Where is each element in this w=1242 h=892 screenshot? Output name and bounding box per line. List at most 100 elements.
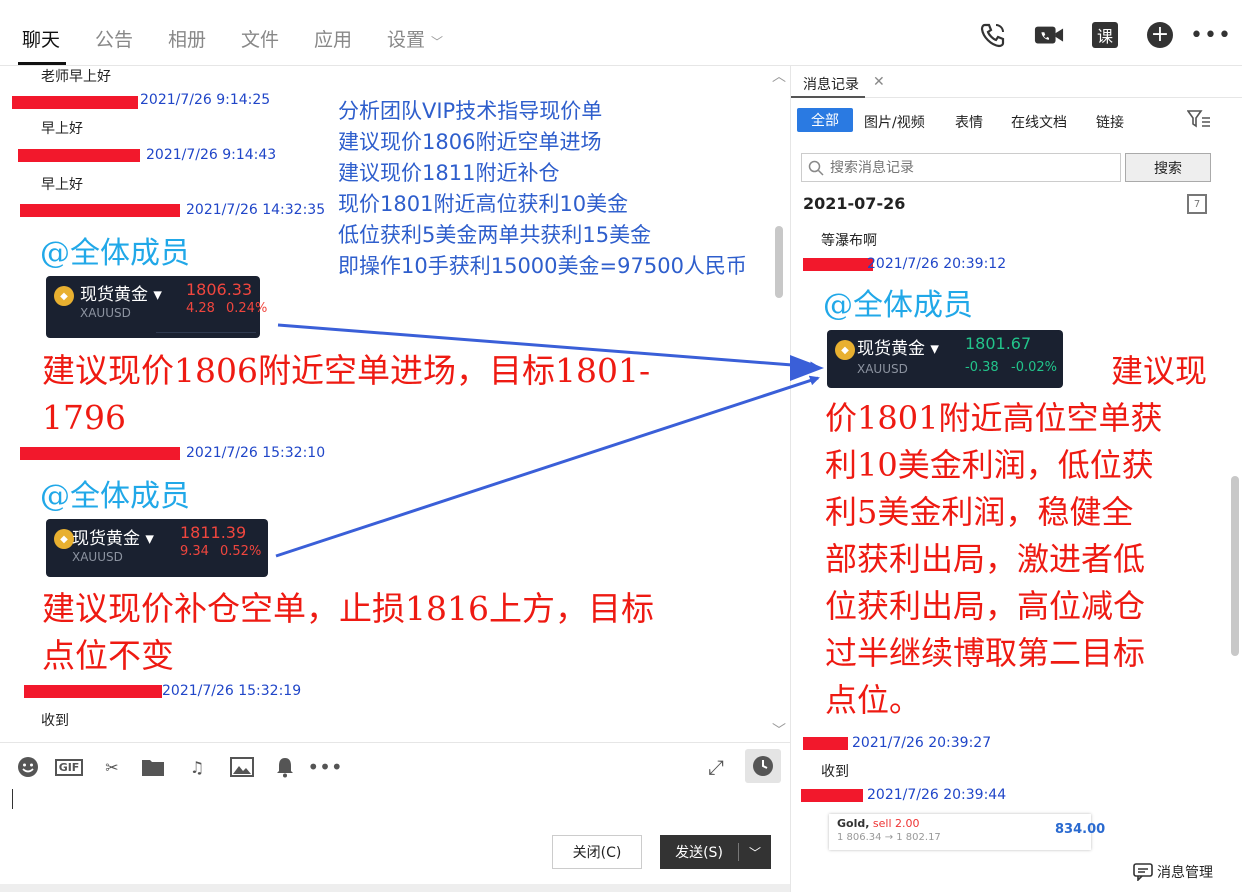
add-circle-icon[interactable]: + xyxy=(1145,20,1175,50)
clock-icon[interactable] xyxy=(745,749,781,783)
gold-quote-card[interactable]: ◆ 现货黄金 ▾ XAUUSD 1811.39 9.34 0.52% xyxy=(46,519,268,577)
quote-change: -0.38 xyxy=(965,360,999,375)
mention-all: @全体成员 xyxy=(40,236,190,271)
chevron-down-icon[interactable]: ﹀ xyxy=(739,844,771,861)
collapse-up-icon[interactable]: ︿ xyxy=(772,66,786,86)
annotation-red: 过半继续博取第二目标 xyxy=(825,634,1146,672)
quote-price: 1806.33 xyxy=(186,280,253,299)
tab-files[interactable]: 文件 xyxy=(241,25,279,52)
bell-icon[interactable] xyxy=(273,755,297,779)
gold-quote-card[interactable]: ◆ 现货黄金 ▾ XAUUSD 1806.33 4.28 0.24% xyxy=(46,276,267,338)
text-cursor xyxy=(12,789,13,809)
quote-symbol: XAUUSD xyxy=(857,362,908,376)
annotation-red: 利10美金利润，低位获 xyxy=(825,446,1154,484)
tab-apps[interactable]: 应用 xyxy=(314,25,352,52)
close-icon[interactable]: ✕ xyxy=(873,74,885,90)
message-header: 2021/7/26 20:39:44 xyxy=(867,787,1007,803)
annotation-red-2a: 建议现价补仓空单，止损1816上方，目标 xyxy=(42,589,654,628)
filter-media[interactable]: 图片/视频 xyxy=(864,112,925,132)
gold-quote-card[interactable]: ◆ 现货黄金 ▾ XAUUSD 1801.67 -0.38 -0.02% xyxy=(827,330,1063,388)
search-button[interactable]: 搜索 xyxy=(1125,153,1211,182)
filter-docs[interactable]: 在线文档 xyxy=(1011,112,1067,132)
redacted-name xyxy=(24,685,162,698)
message-header: 2021/7/26 14:32:35 xyxy=(186,202,326,218)
quote-change-pct: -0.02% xyxy=(1011,360,1057,375)
history-scrollbar[interactable] xyxy=(1231,476,1239,656)
trade-card[interactable]: Gold, sell 2.00 1 806.34 → 1 802.17 834.… xyxy=(829,814,1105,850)
annotation-red: 部获利出局，激进者低 xyxy=(825,540,1146,578)
chevron-down-icon: ﹀ xyxy=(431,35,444,49)
chat-bubble-icon xyxy=(1133,863,1153,881)
redacted-name xyxy=(18,149,140,162)
chat-message-area[interactable]: ︿ 老师早上好 2021/7/26 9:14:25 早上好 2021/7/26 … xyxy=(0,66,790,742)
mention-all: @全体成员 xyxy=(823,288,973,323)
message-manager-button[interactable]: 消息管理 xyxy=(1133,862,1213,882)
annotation-red: 价1801附近高位空单获 xyxy=(825,399,1163,437)
search-text-field[interactable] xyxy=(830,159,1110,176)
message-input-area[interactable]: GIF ✂ ♫ ••• ⤢ 关闭(C) 发送(S) ﹀ xyxy=(0,742,790,892)
annotation-red-1b: 1796 xyxy=(42,398,126,437)
calendar-icon[interactable]: 7 xyxy=(1187,194,1207,214)
quote-change: 4.28 xyxy=(186,301,215,316)
lesson-icon[interactable]: 课 xyxy=(1090,20,1120,50)
video-call-icon[interactable] xyxy=(1034,20,1064,50)
divider xyxy=(156,332,256,333)
quote-change-pct: 0.24% xyxy=(226,301,268,316)
summary-line: 低位获利5美金两单共获利15美金 xyxy=(338,223,652,247)
tab-chat[interactable]: 聊天 xyxy=(22,25,60,52)
tab-message-history[interactable]: 消息记录 xyxy=(803,74,859,94)
filter-emoji[interactable]: 表情 xyxy=(955,112,983,132)
summary-line: 建议现价1811附近补仓 xyxy=(338,161,560,185)
chat-message: 收到 xyxy=(41,713,69,729)
phone-call-icon[interactable] xyxy=(978,20,1008,50)
message-header: 2021/7/26 15:32:10 xyxy=(186,445,326,461)
more-icon[interactable]: ••• xyxy=(307,755,342,779)
active-tab-indicator xyxy=(791,96,865,98)
gif-icon[interactable]: GIF xyxy=(54,755,84,779)
filter-links[interactable]: 链接 xyxy=(1096,112,1124,132)
quote-name: 现货黄金 ▾ xyxy=(72,529,154,549)
music-icon[interactable]: ♫ xyxy=(185,755,209,779)
folder-icon[interactable] xyxy=(141,755,165,779)
quote-change-pct: 0.52% xyxy=(220,544,262,559)
message-header: 2021/7/26 15:32:19 xyxy=(162,683,302,699)
summary-line: 即操作10手获利15000美金=97500人民币 xyxy=(338,254,747,278)
filter-icon[interactable] xyxy=(1186,110,1211,132)
redacted-name xyxy=(803,737,848,750)
quote-price: 1801.67 xyxy=(965,334,1032,353)
annotation-red-2b: 点位不变 xyxy=(42,636,174,675)
search-input[interactable] xyxy=(801,153,1121,182)
tab-album[interactable]: 相册 xyxy=(168,25,206,52)
annotation-red-1a: 建议现价1806附近空单进场，目标1801- xyxy=(42,351,651,390)
search-icon xyxy=(808,160,824,176)
quote-change: 9.34 xyxy=(180,544,209,559)
history-message: 收到 xyxy=(821,764,849,780)
send-button[interactable]: 发送(S) ﹀ xyxy=(660,835,771,869)
close-button[interactable]: 关闭(C) xyxy=(552,835,642,869)
more-icon[interactable]: ••• xyxy=(1190,20,1231,50)
filter-all[interactable]: 全部 xyxy=(797,108,853,132)
message-header: 2021/7/26 20:39:27 xyxy=(852,735,992,751)
redacted-name xyxy=(801,789,863,802)
send-button-label: 发送(S) xyxy=(675,845,723,861)
annotation-red: 利5美金利润，稳健全 xyxy=(825,493,1134,531)
scissors-icon[interactable]: ✂ xyxy=(100,755,124,779)
gold-coin-icon: ◆ xyxy=(54,529,74,549)
collapse-down-icon[interactable]: ﹀ xyxy=(772,720,786,740)
expand-icon[interactable]: ⤢ xyxy=(704,755,728,779)
summary-line: 建议现价1806附近空单进场 xyxy=(338,130,602,154)
image-icon[interactable] xyxy=(230,755,254,779)
quote-name: 现货黄金 ▾ xyxy=(857,339,939,359)
date-heading: 2021-07-26 xyxy=(803,194,906,213)
message-header: 2021/7/26 20:39:12 xyxy=(867,256,1007,272)
quote-name: 现货黄金 ▾ xyxy=(80,285,162,305)
tab-settings[interactable]: 设置 ﹀ xyxy=(387,25,443,52)
emoji-icon[interactable] xyxy=(16,755,40,779)
chat-message: 早上好 xyxy=(41,121,83,137)
gold-coin-icon: ◆ xyxy=(54,286,74,306)
chat-scrollbar[interactable] xyxy=(775,226,783,298)
quote-symbol: XAUUSD xyxy=(80,306,131,320)
top-tab-bar: 聊天 公告 相册 文件 应用 设置 ﹀ 课 + ••• xyxy=(0,0,1242,66)
quote-price: 1811.39 xyxy=(180,523,247,542)
tab-announcement[interactable]: 公告 xyxy=(95,25,133,52)
